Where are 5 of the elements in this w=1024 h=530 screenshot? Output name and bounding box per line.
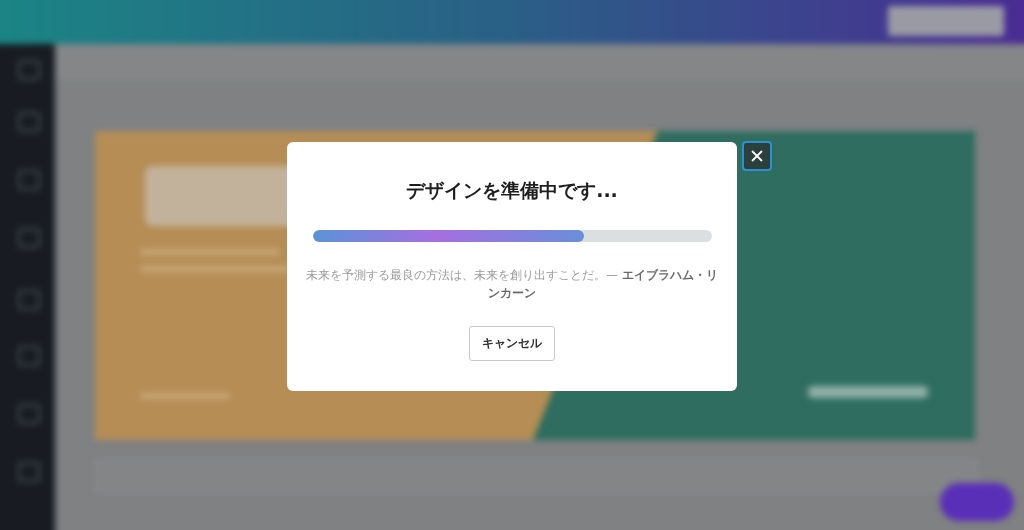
dialog-title: デザインを準備中です... — [406, 178, 618, 203]
cancel-button[interactable]: キャンセル — [469, 326, 555, 361]
close-icon — [750, 149, 764, 163]
close-button[interactable] — [742, 141, 772, 171]
quote-text: 未来を予測する最良の方法は、未来を創り出すことだ。— エイブラハム・リンカーン — [305, 267, 719, 302]
